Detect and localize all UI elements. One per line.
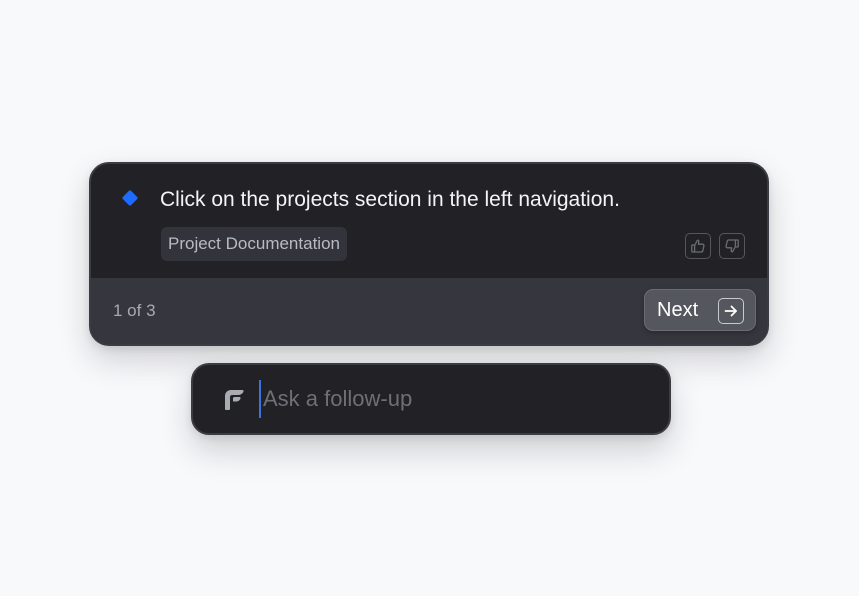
thumbs-up-button[interactable] [685,233,711,259]
follow-up-bar [191,363,671,435]
context-chip: Project Documentation [161,227,347,261]
arrow-right-icon [718,298,744,324]
follow-up-input[interactable] [259,380,643,418]
thumbs-down-icon [724,238,740,254]
guide-body: Click on the projects section in the lef… [91,164,767,278]
next-button[interactable]: Next [644,289,756,331]
instruction-text: Click on the projects section in the lef… [160,188,620,211]
guide-card: Click on the projects section in the lef… [89,162,769,346]
thumbs-down-button[interactable] [719,233,745,259]
step-counter: 1 of 3 [113,301,156,320]
brand-logo-icon [222,387,246,413]
guide-footer: 1 of 3 Next [91,278,767,344]
next-button-label: Next [657,299,699,321]
thumbs-up-icon [690,238,706,254]
diamond-icon [121,189,139,207]
feedback-group [685,233,745,259]
